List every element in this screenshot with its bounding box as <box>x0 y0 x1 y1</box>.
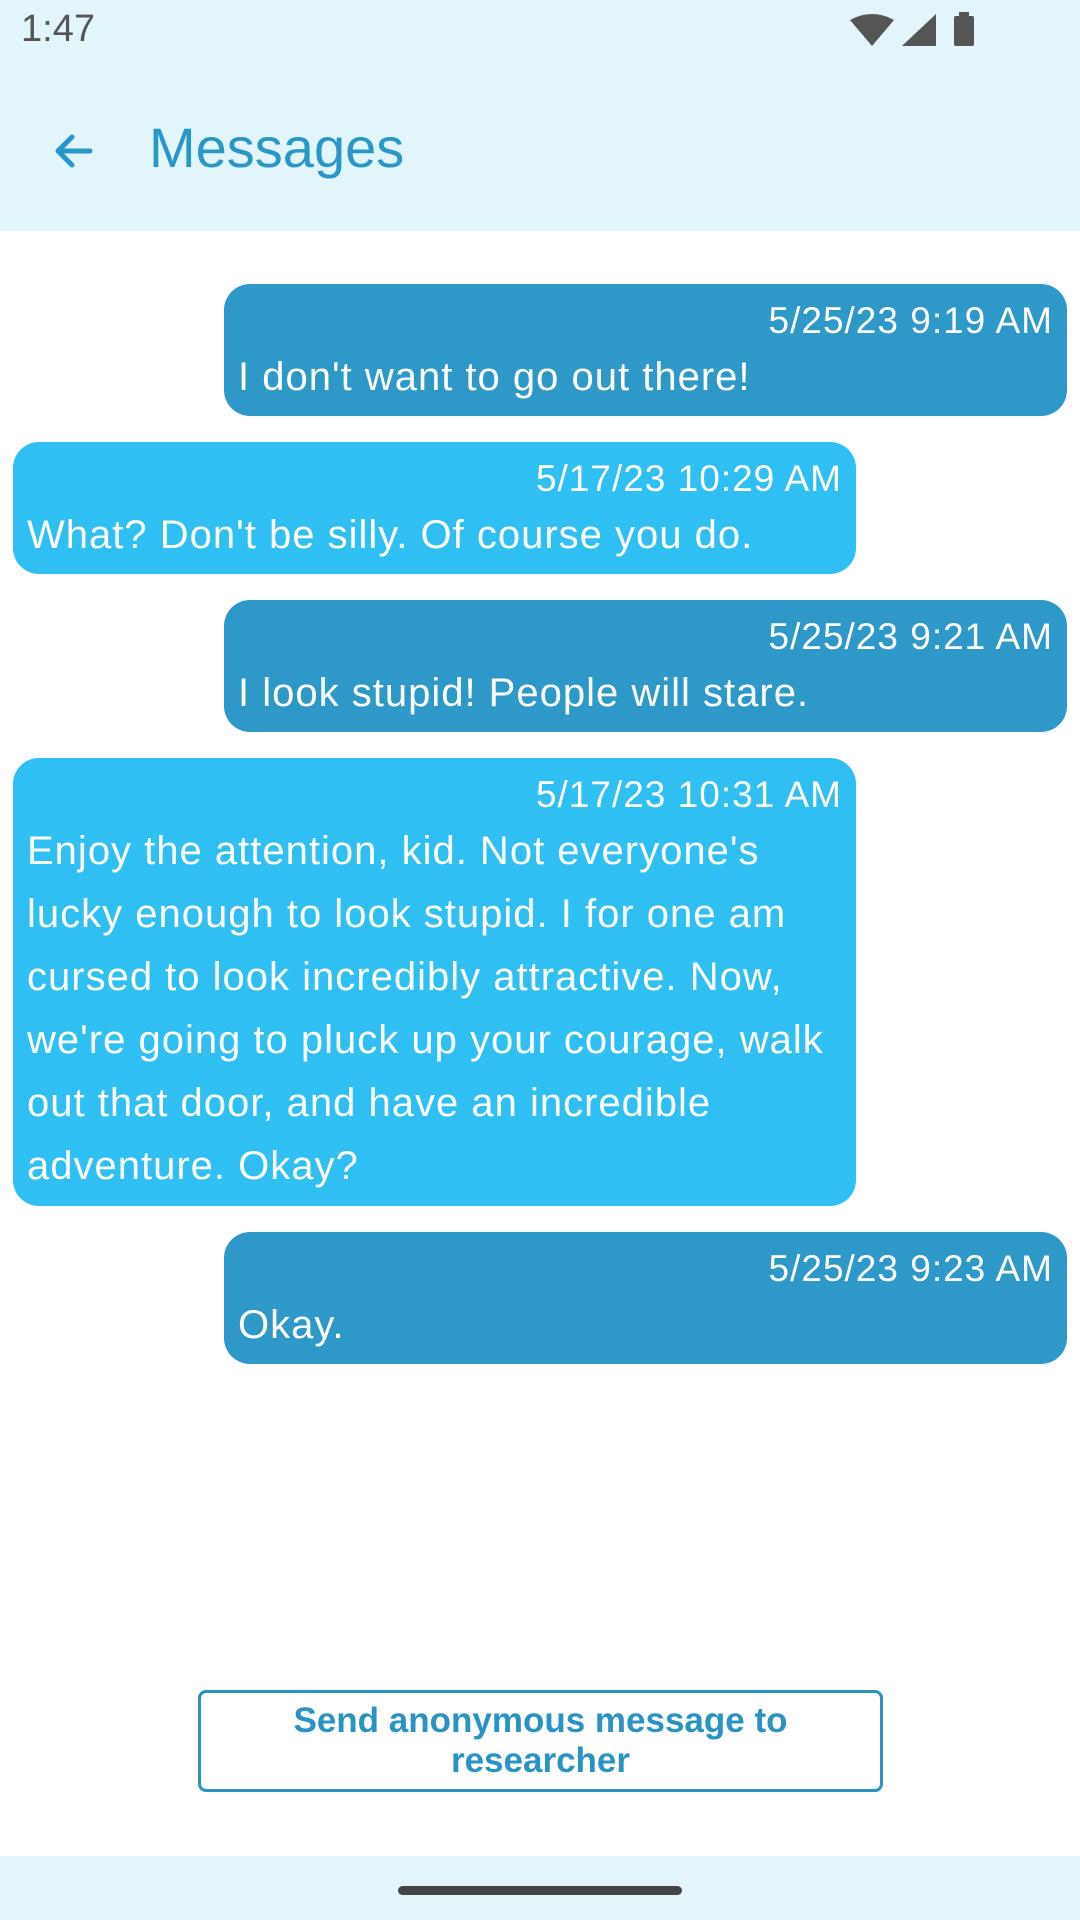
message-bubble-sent: 5/25/23 9:21 AM I look stupid! People wi… <box>224 600 1067 732</box>
message-timestamp: 5/17/23 10:29 AM <box>535 458 842 499</box>
message-timestamp: 5/25/23 9:19 AM <box>768 300 1053 341</box>
message-bubble-sent: 5/25/23 9:23 AM Okay. <box>224 1232 1067 1364</box>
arrow-left-icon <box>55 134 93 168</box>
message-text: What? Don't be silly. Of course you do. <box>27 513 754 557</box>
page-title: Messages <box>149 116 405 179</box>
message-timestamp: 5/25/23 9:21 AM <box>768 616 1053 657</box>
message-bubble-sent: 5/25/23 9:19 AM I don't want to go out t… <box>224 284 1067 416</box>
message-bubble-received: 5/17/23 10:31 AM Enjoy the attention, ki… <box>13 758 856 1206</box>
signal-icon <box>902 14 936 46</box>
app-bar: Messages <box>0 63 1080 231</box>
message-timestamp: 5/17/23 10:31 AM <box>535 774 842 815</box>
status-time: 1:47 <box>21 8 95 50</box>
message-text: I look stupid! People will stare. <box>238 671 810 715</box>
battery-icon <box>954 12 974 46</box>
message-text: I don't want to go out there! <box>238 355 751 399</box>
status-icons <box>850 12 1010 50</box>
message-timestamp: 5/25/23 9:23 AM <box>768 1248 1053 1289</box>
home-indicator[interactable] <box>398 1886 682 1895</box>
message-text: Enjoy the attention, kid. Not everyone's… <box>27 829 824 1188</box>
back-button[interactable] <box>36 113 112 189</box>
message-bubble-received: 5/17/23 10:29 AM What? Don't be silly. O… <box>13 442 856 574</box>
wifi-icon <box>850 14 894 46</box>
send-anonymous-message-button[interactable]: Send anonymous message to researcher <box>198 1690 883 1792</box>
message-text: Okay. <box>238 1303 345 1347</box>
navigation-bar <box>0 1856 1080 1920</box>
status-bar: 1:47 <box>0 0 1080 63</box>
